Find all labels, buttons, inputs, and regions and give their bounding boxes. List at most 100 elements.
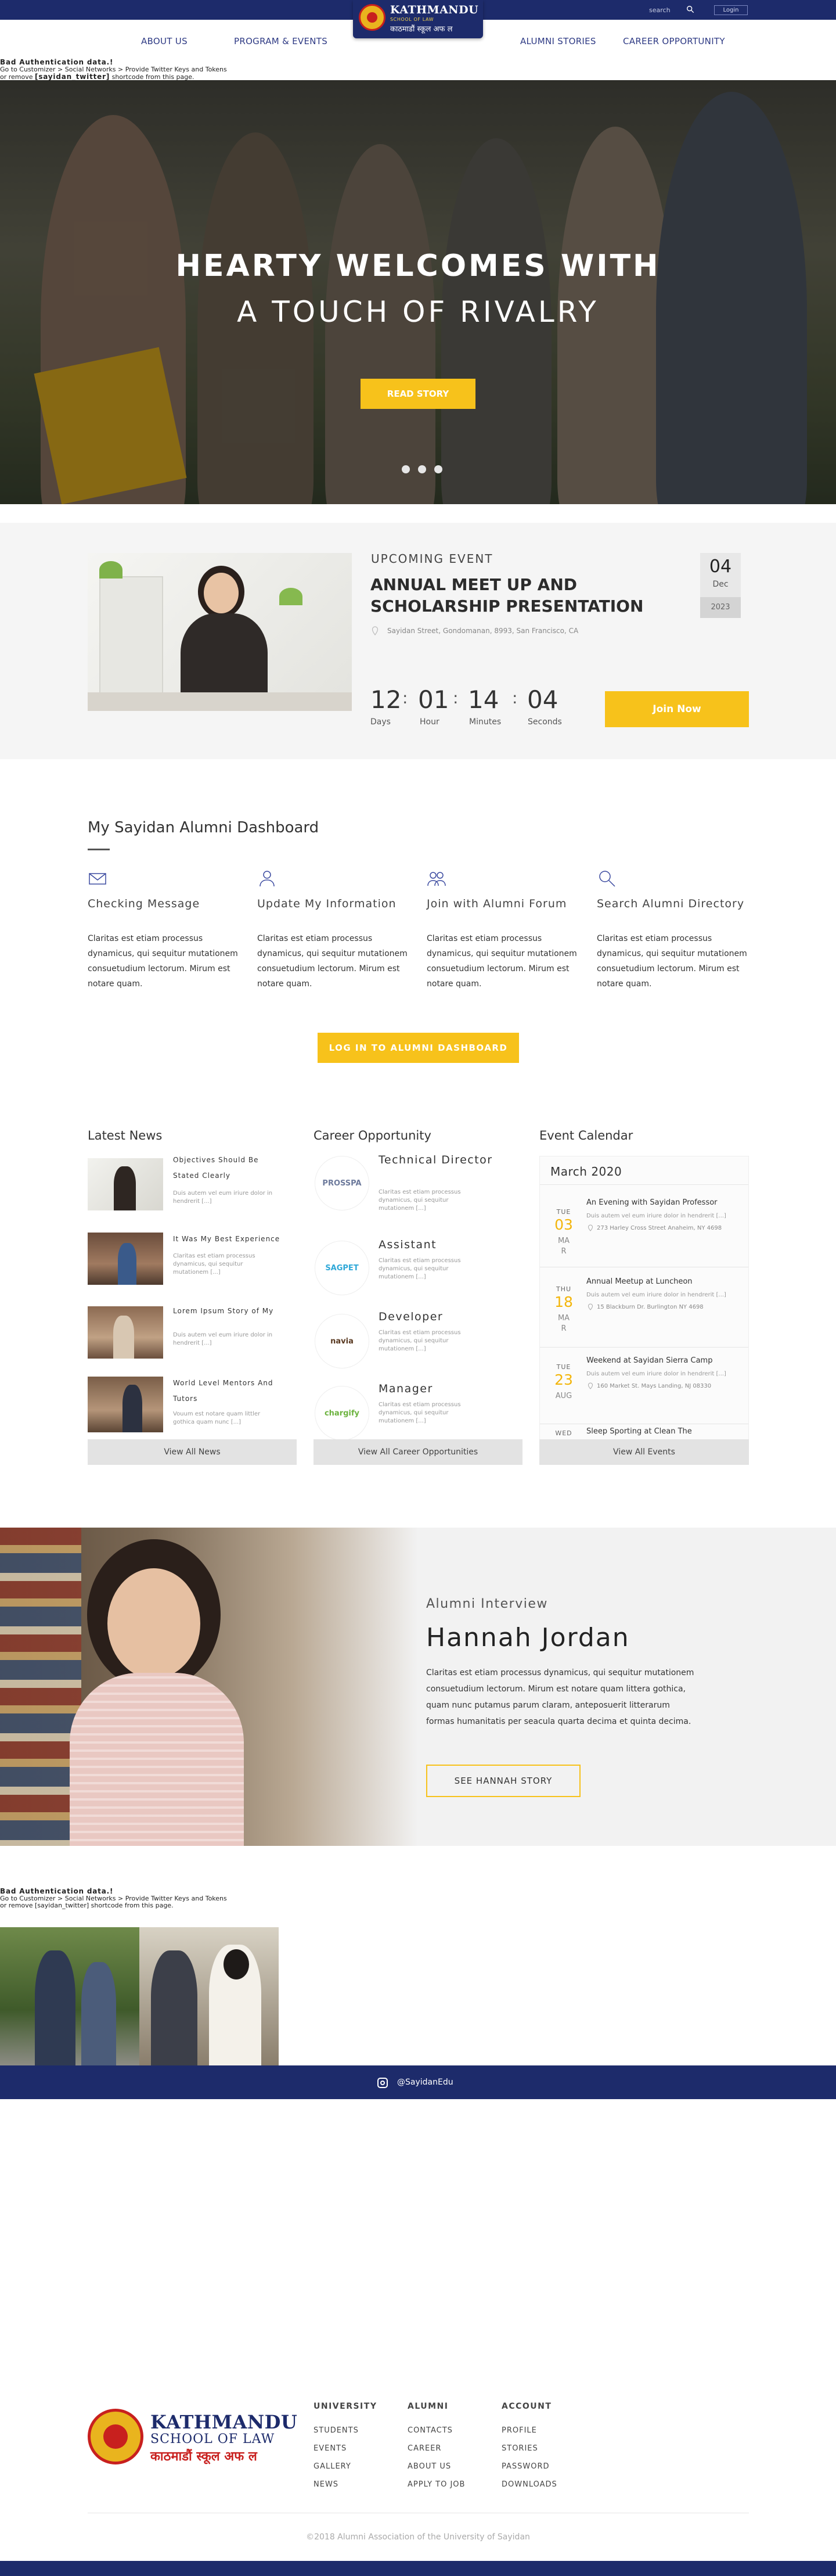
news-excerpt: Duis autem vel eum iriure dolor in hendr…	[173, 1332, 273, 1346]
footer-link-students[interactable]: STUDENTS	[314, 2426, 359, 2435]
feature-search-directory[interactable]: Search Alumni Directory	[597, 897, 744, 910]
feature-update-information[interactable]: Update My Information	[257, 897, 397, 910]
twitter-error-line2-prefix: or remove	[0, 1902, 35, 1909]
instagram-handle[interactable]: @SayidanEdu	[397, 2078, 453, 2087]
copyright: ©2018 Alumni Association of the Universi…	[306, 2532, 530, 2542]
envelope-icon	[89, 873, 106, 885]
job-title[interactable]: Technical Director	[379, 1152, 495, 1167]
login-button[interactable]: Login	[714, 5, 748, 15]
event-month: MA	[557, 1237, 570, 1245]
nav-about-us[interactable]: ABOUT US	[141, 36, 188, 46]
hero-overlay	[0, 80, 836, 504]
footer-link-stories[interactable]: STORIES	[502, 2444, 538, 2453]
interview-photo	[0, 1528, 418, 1846]
footer-logo[interactable]: KATHMANDU SCHOOL OF LAW काठमाडौं स्कूल अ…	[88, 2409, 297, 2464]
user-icon	[260, 871, 275, 887]
nav-alumni-stories[interactable]: ALUMNI STORIES	[520, 36, 596, 46]
event-weekday: WED	[555, 1429, 572, 1437]
footer-link-contacts[interactable]: CONTACTS	[408, 2426, 453, 2435]
footer-link-apply-to-job[interactable]: APPLY TO JOB	[408, 2480, 465, 2489]
feature-description: Claritas est etiam processus dynamicus, …	[257, 934, 408, 989]
nav-career-opportunity[interactable]: CAREER OPPORTUNITY	[623, 36, 725, 46]
footer-link-news[interactable]: NEWS	[314, 2480, 338, 2489]
footer-link-about-us[interactable]: ABOUT US	[408, 2462, 451, 2471]
footer-link-downloads[interactable]: DOWNLOADS	[502, 2480, 557, 2489]
job-title[interactable]: Manager	[379, 1381, 495, 1396]
news-excerpt: Claritas est etiam processus dynamicus, …	[173, 1253, 255, 1276]
interview-name: Hannah Jordan	[426, 1623, 630, 1652]
event-day: 03	[554, 1216, 573, 1233]
countdown-hours: 01	[418, 685, 449, 714]
view-all-news-button[interactable]: View All News	[88, 1439, 297, 1465]
calendar-event-title[interactable]: Weekend at Sayidan Sierra Camp	[586, 1356, 712, 1365]
news-thumbnail[interactable]	[88, 1158, 163, 1210]
slider-dot[interactable]	[402, 465, 410, 473]
company-logo[interactable]: navia	[315, 1314, 369, 1368]
footer-link-events[interactable]: EVENTS	[314, 2444, 347, 2453]
countdown-days: 12	[370, 685, 402, 714]
feature-checking-message[interactable]: Checking Message	[88, 897, 200, 910]
calendar-divider	[540, 1184, 748, 1185]
feature-join-alumni-forum[interactable]: Join with Alumni Forum	[427, 897, 567, 910]
event-day: 23	[554, 1371, 573, 1388]
logo-tagline: SCHOOL OF LAW	[390, 17, 434, 22]
footer-link-password[interactable]: PASSWORD	[502, 2462, 550, 2471]
search-icon[interactable]	[686, 5, 694, 13]
footer-link-profile[interactable]: PROFILE	[502, 2426, 537, 2435]
news-title[interactable]: Lorem Ipsum Story of My	[173, 1303, 283, 1319]
see-story-button[interactable]: SEE HANNAH STORY	[426, 1765, 581, 1797]
map-pin-icon	[372, 626, 379, 635]
dashboard-title: My Sayidan Alumni Dashboard	[88, 819, 319, 836]
twitter-error-line1: Go to Customizer > Social Networks > Pro…	[0, 66, 227, 73]
job-title[interactable]: Assistant	[379, 1237, 495, 1252]
hero-heading: HEARTY WELCOMES WITH	[175, 249, 661, 283]
search-label[interactable]: search	[649, 6, 671, 14]
job-excerpt: Claritas est etiam processus dynamicus, …	[379, 1258, 461, 1280]
news-thumbnail[interactable]	[88, 1233, 163, 1285]
event-title[interactable]: ANNUAL MEET UP AND SCHOLARSHIP PRESENTAT…	[370, 574, 661, 617]
twitter-error-notice: Bad Authentication data.! Go to Customiz…	[0, 1888, 227, 1909]
instagram-photo[interactable]	[0, 1927, 139, 2067]
event-month: AUG	[555, 1392, 572, 1400]
read-story-button[interactable]: READ STORY	[361, 379, 475, 409]
calendar-event-title[interactable]: Annual Meetup at Luncheon	[586, 1277, 693, 1286]
footer-heading-account: ACCOUNT	[502, 2402, 552, 2411]
countdown-separator: :	[453, 688, 459, 707]
join-now-button[interactable]: Join Now	[605, 691, 749, 727]
news-thumbnail[interactable]	[88, 1377, 163, 1432]
company-logo-text: chargify	[324, 1409, 360, 1418]
instagram-photo[interactable]	[139, 1927, 279, 2067]
footer-logo-nepali: काठमाडौं स्कूल अफ ल	[150, 2449, 257, 2464]
calendar-month: March 2020	[550, 1165, 622, 1179]
view-all-careers-button[interactable]: View All Career Opportunities	[314, 1439, 522, 1465]
login-dashboard-button[interactable]: LOG IN TO ALUMNI DASHBOARD	[318, 1033, 519, 1063]
event-weekday: TUE	[556, 1208, 571, 1216]
school-seal-icon	[359, 4, 385, 31]
slider-dot[interactable]	[434, 465, 442, 473]
instagram-bar[interactable]: @SayidanEdu	[0, 2065, 836, 2099]
job-title[interactable]: Developer	[379, 1309, 495, 1324]
news-title[interactable]: Objectives Should Be Stated Clearly	[173, 1152, 283, 1184]
company-logo[interactable]: SAGPET	[315, 1241, 369, 1295]
news-heading: Latest News	[88, 1129, 163, 1143]
news-title[interactable]: World Level Mentors And Tutors	[173, 1375, 283, 1407]
nav-program-events[interactable]: PROGRAM & EVENTS	[234, 36, 327, 46]
footer-link-gallery[interactable]: GALLERY	[314, 2462, 351, 2471]
slider-dot[interactable]	[418, 465, 426, 473]
map-pin-icon	[588, 1382, 593, 1389]
calendar-event-title[interactable]: An Evening with Sayidan Professor	[586, 1198, 718, 1207]
site-logo[interactable]: KATHMANDU SCHOOL OF LAW काठमाडौं स्कूल अ…	[353, 0, 483, 38]
calendar-event-title[interactable]: Sleep Sporting at Clean The	[586, 1427, 692, 1436]
news-thumbnail[interactable]	[88, 1306, 163, 1359]
company-logo[interactable]: chargify	[315, 1386, 369, 1440]
footer-link-career[interactable]: CAREER	[408, 2444, 441, 2453]
company-logo[interactable]: PROSSPA	[315, 1156, 369, 1210]
feature-description: Claritas est etiam processus dynamicus, …	[427, 934, 577, 989]
view-all-events-button[interactable]: View All Events	[539, 1439, 749, 1465]
dashboard-title-rule	[88, 849, 110, 850]
news-title[interactable]: It Was My Best Experience	[173, 1231, 283, 1247]
countdown-minutes-label: Minutes	[469, 717, 502, 727]
map-pin-icon	[588, 1303, 593, 1310]
countdown-separator: :	[402, 688, 408, 707]
event-photo	[88, 553, 352, 711]
